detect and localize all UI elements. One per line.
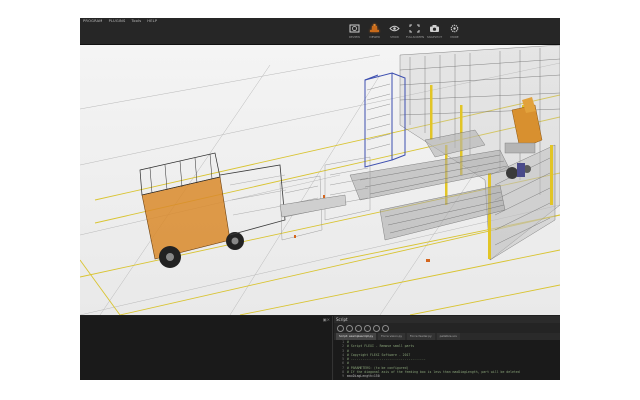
view-tools: REVIEW VIEWER SHOW FULLSCREEN SNAPSHOT M… [346, 24, 463, 39]
code-line: 9 maxDiagLength=150 [334, 374, 560, 378]
robot-icon [370, 24, 379, 32]
more-button[interactable]: MORE [446, 24, 463, 39]
menu-program[interactable]: PROGRAM [83, 19, 103, 23]
main-menu: PROGRAM PLUGINS Tools HELP [83, 19, 157, 23]
fullscreen-icon [409, 24, 420, 33]
fullscreen-button[interactable]: FULLSCREEN [406, 24, 425, 39]
script-new-icon[interactable] [337, 324, 344, 332]
tab-script-0[interactable]: Script: examplescript.py [336, 333, 377, 340]
tab-script-2[interactable]: Force feeder.py [407, 333, 435, 340]
tab-script-3[interactable]: palletize.scs [436, 333, 460, 340]
script-panel-title: Script [334, 316, 560, 323]
viewer-label: VIEWER [369, 35, 380, 39]
panel-controls-icon[interactable]: ▣× [323, 317, 330, 322]
script-debug-icon[interactable] [382, 324, 389, 332]
snapshot-button[interactable]: SNAPSHOT [426, 24, 443, 39]
show-button[interactable]: SHOW [386, 24, 403, 39]
viewer-button[interactable]: VIEWER [366, 24, 383, 39]
script-panel: Script Script: examplescript.py Force vi… [334, 316, 560, 380]
review-icon [349, 24, 360, 33]
show-label: SHOW [390, 35, 399, 39]
menu-tools[interactable]: Tools [131, 19, 141, 23]
fullscreen-label: FULLSCREEN [406, 35, 425, 39]
blue-rack [364, 72, 406, 168]
more-label: MORE [450, 35, 459, 39]
script-toolbar [334, 323, 560, 333]
3d-viewport[interactable] [80, 45, 560, 315]
scene-illustration [80, 45, 560, 315]
snapshot-label: SNAPSHOT [426, 35, 443, 39]
tab-script-1[interactable]: Force vision.py [378, 333, 406, 340]
menu-help[interactable]: HELP [147, 19, 157, 23]
forklift [139, 152, 347, 268]
script-run-icon[interactable] [364, 324, 371, 332]
app-window: PROGRAM PLUGINS Tools HELP REVIEW VIEWER [80, 18, 560, 380]
script-save-icon[interactable] [355, 324, 362, 332]
script-tabs: Script: examplescript.py Force vision.py… [334, 333, 560, 340]
code-editor[interactable]: 1 # 2 # Script FLEXI - Remove small parts … [334, 340, 560, 380]
menu-plugins[interactable]: PLUGINS [109, 19, 126, 23]
line-text: # Script FLEXI - Remove small parts [347, 344, 415, 349]
line-text: # --------------------------------------… [347, 357, 426, 362]
output-panel: ▣× [80, 316, 333, 380]
review-button[interactable]: REVIEW [346, 24, 363, 39]
line-text: maxDiagLength=150 [347, 374, 380, 379]
line-number: 9 [342, 374, 344, 379]
script-open-icon[interactable] [346, 324, 353, 332]
review-label: REVIEW [349, 35, 360, 39]
camera-icon [430, 25, 439, 32]
bottom-panels: ▣× Script Script: examplescript.py Force… [80, 316, 560, 380]
eye-icon [389, 25, 400, 32]
settings-icon [450, 24, 459, 33]
top-toolbar: PROGRAM PLUGINS Tools HELP REVIEW VIEWER [80, 18, 560, 45]
script-stop-icon[interactable] [373, 324, 380, 332]
